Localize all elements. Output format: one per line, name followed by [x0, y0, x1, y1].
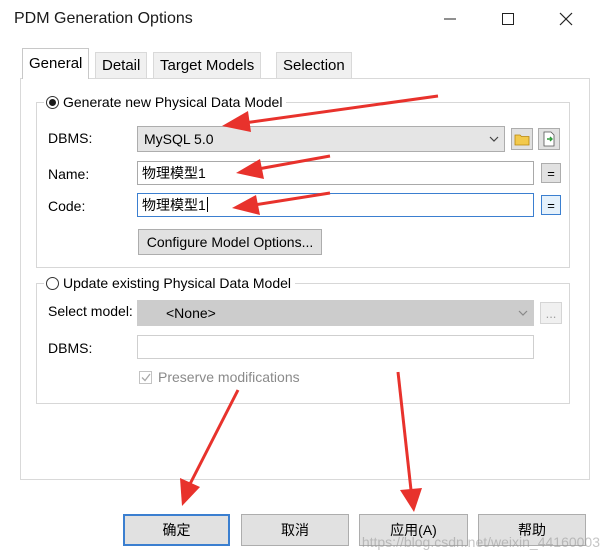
window-title: PDM Generation Options: [14, 10, 193, 27]
name-label: Name:: [48, 166, 90, 182]
chevron-down-icon: [484, 136, 504, 142]
select-model-value: <None>: [166, 305, 216, 321]
ok-button[interactable]: 确定: [123, 514, 230, 546]
tab-target-models[interactable]: Target Models: [153, 52, 262, 78]
code-label: Code:: [48, 198, 86, 214]
maximize-button[interactable]: [486, 4, 530, 34]
update-dbms-input[interactable]: [137, 335, 534, 359]
folder-icon: [514, 134, 530, 146]
update-dbms-label: DBMS:: [48, 340, 93, 356]
code-input[interactable]: 物理模型1: [137, 193, 534, 217]
update-existing-radio[interactable]: [46, 276, 59, 290]
name-equals-button[interactable]: =: [541, 163, 561, 183]
generate-new-option[interactable]: Generate new Physical Data Model: [44, 94, 287, 110]
chevron-down-icon: [513, 310, 533, 316]
configure-model-options-button[interactable]: Configure Model Options...: [138, 229, 322, 255]
close-button[interactable]: [544, 4, 588, 34]
select-model-label: Select model:: [48, 303, 133, 319]
generate-new-radio[interactable]: [46, 95, 59, 109]
dbms-select[interactable]: MySQL 5.0: [137, 126, 505, 152]
update-existing-label: Update existing Physical Data Model: [63, 275, 292, 291]
select-model-select[interactable]: <None>: [137, 300, 534, 326]
dbms-label: DBMS:: [48, 130, 93, 146]
text-cursor: [206, 197, 208, 212]
dbms-select-value: MySQL 5.0: [144, 131, 214, 147]
preserve-modifications-checkbox[interactable]: [139, 371, 152, 384]
minimize-icon: [444, 18, 456, 20]
minimize-button[interactable]: [428, 4, 472, 34]
import-dbms-button[interactable]: [538, 128, 560, 150]
code-input-value: 物理模型1: [142, 197, 206, 213]
import-document-icon: [543, 131, 555, 147]
watermark: https://blog.csdn.net/weixin_44160003: [361, 534, 600, 550]
browse-model-button[interactable]: ...: [540, 302, 562, 324]
preserve-modifications-label: Preserve modifications: [158, 369, 300, 385]
tab-selection[interactable]: Selection: [276, 52, 352, 78]
cancel-button[interactable]: 取消: [241, 514, 349, 546]
generate-new-label: Generate new Physical Data Model: [63, 94, 283, 110]
tab-detail[interactable]: Detail: [95, 52, 148, 78]
checkmark-icon: [141, 373, 151, 382]
code-equals-button[interactable]: =: [541, 195, 561, 215]
name-input[interactable]: 物理模型1: [137, 161, 534, 185]
update-existing-option[interactable]: Update existing Physical Data Model: [44, 275, 296, 291]
maximize-icon: [502, 13, 514, 25]
open-folder-button[interactable]: [511, 128, 533, 150]
close-icon: [559, 12, 573, 26]
tab-general[interactable]: General: [22, 48, 90, 79]
